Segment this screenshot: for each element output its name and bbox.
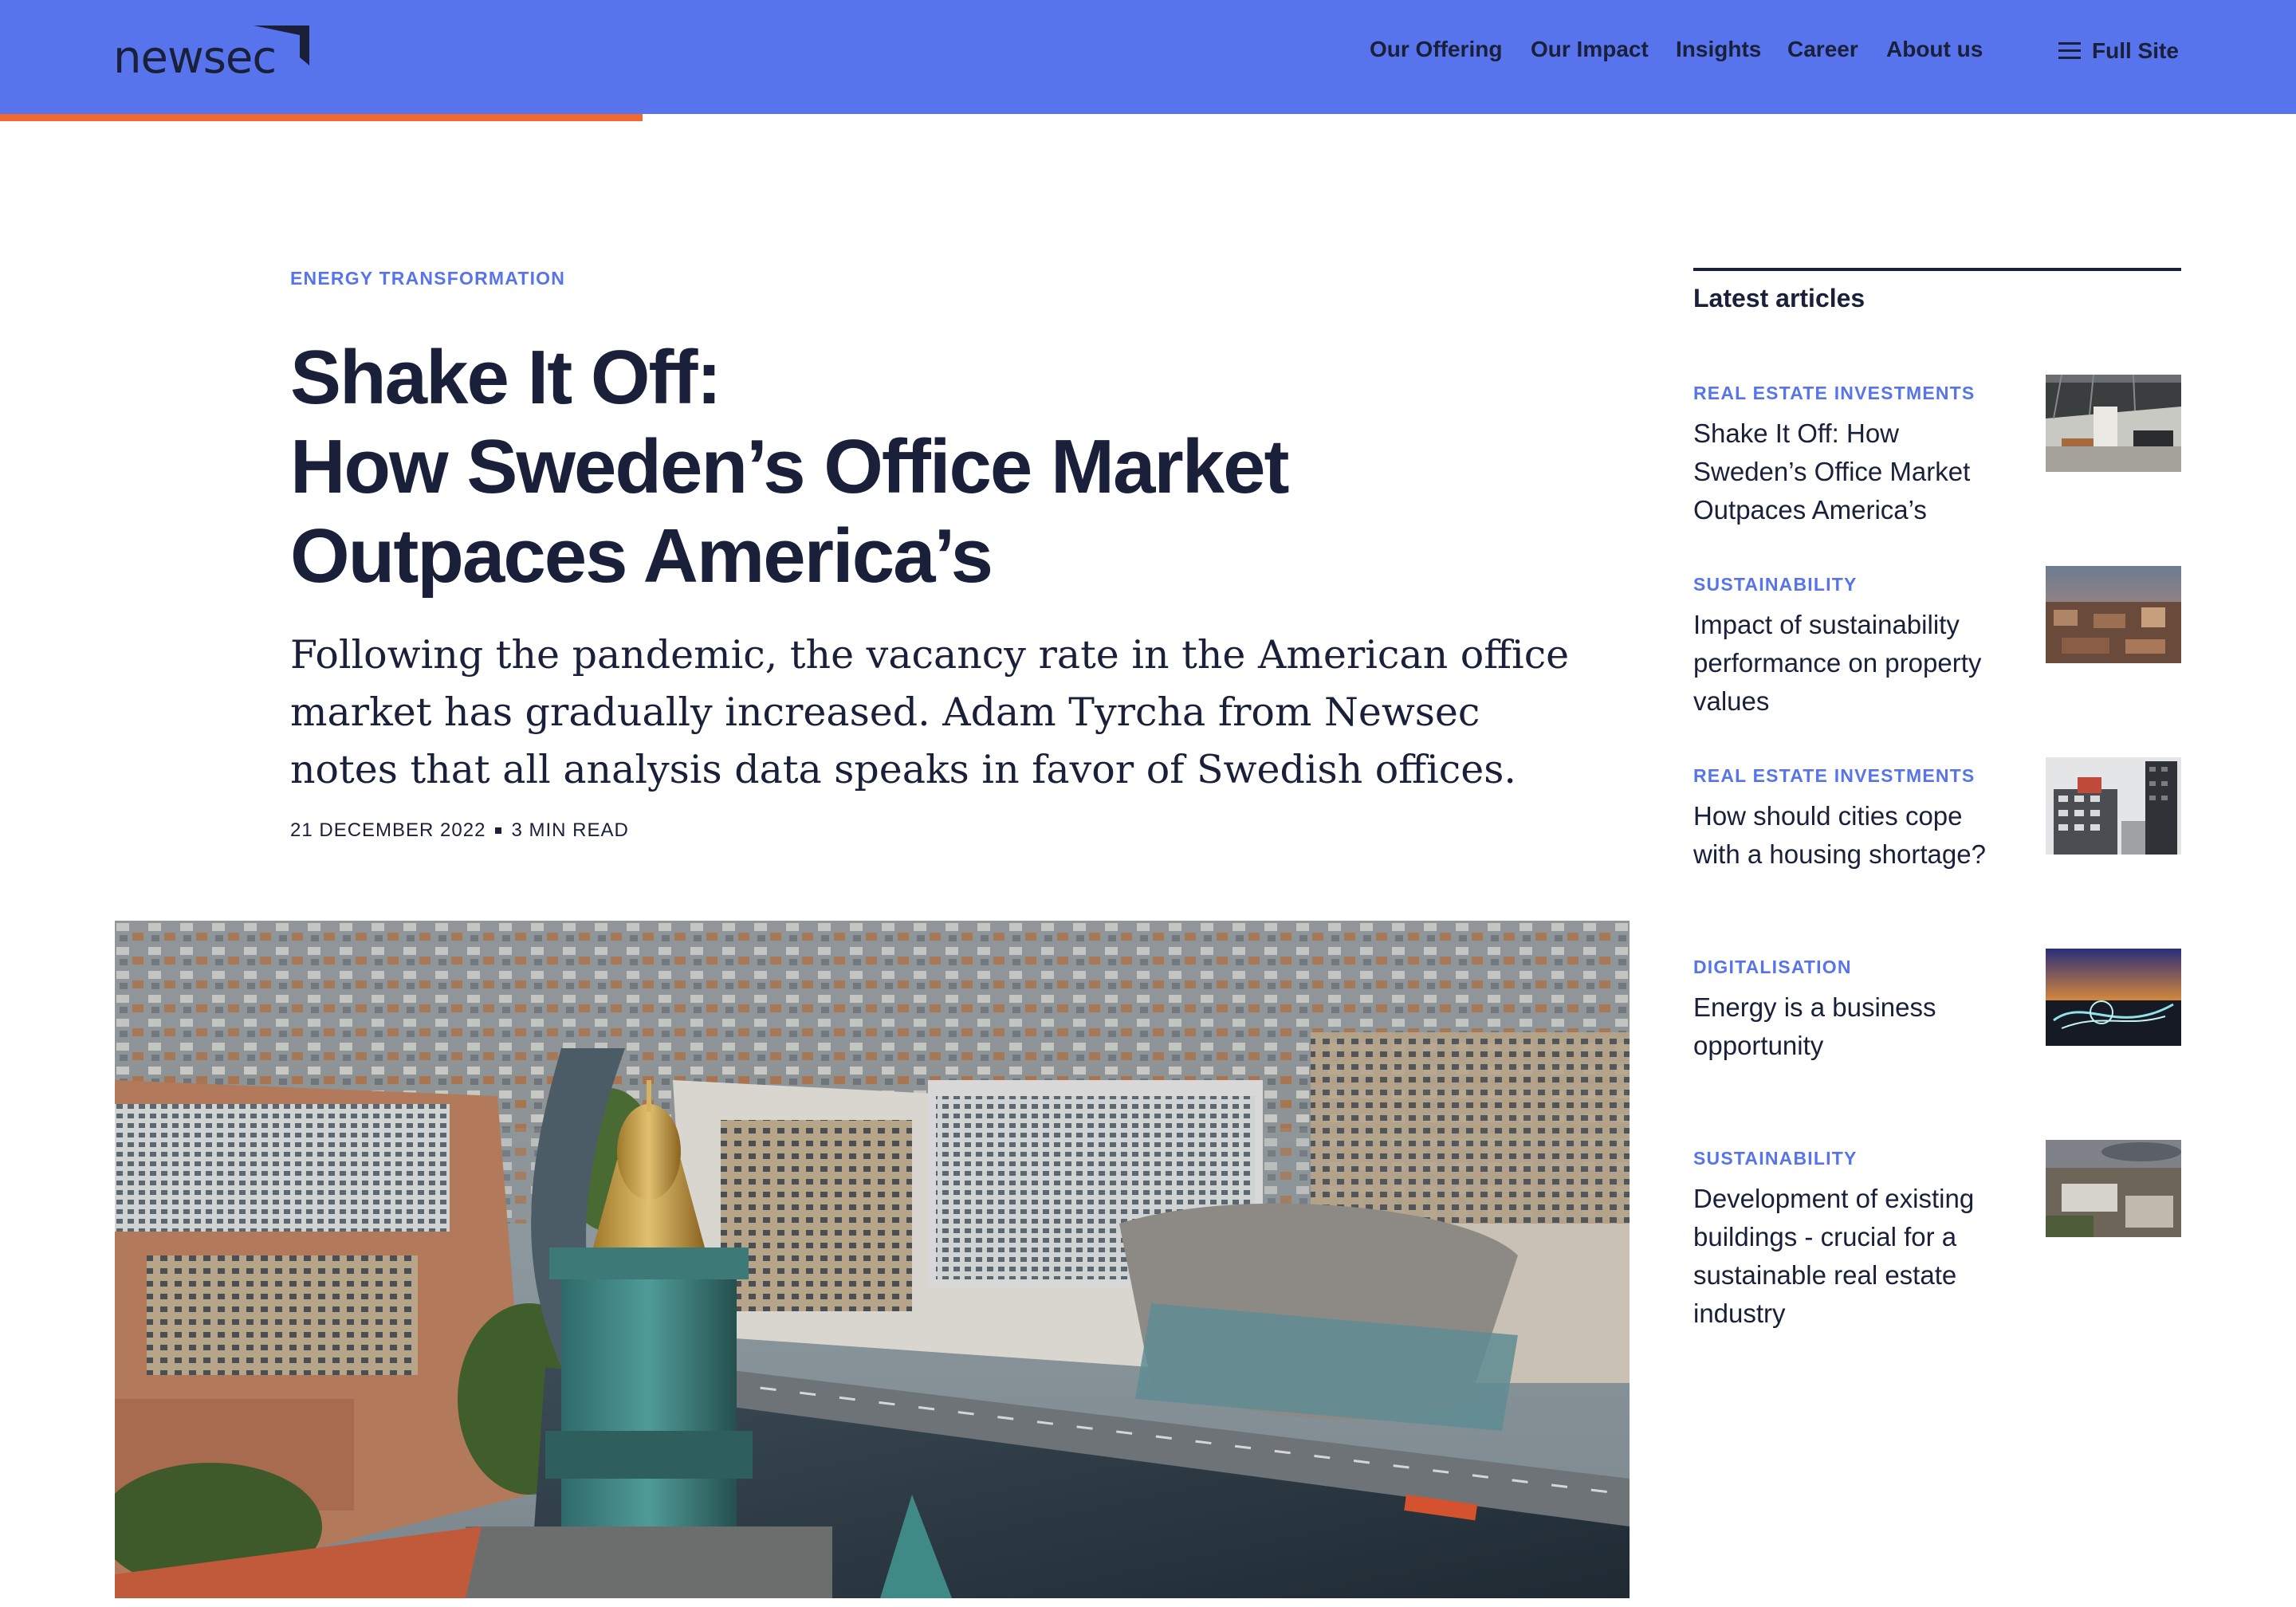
housing-buildings-thumbnail <box>2046 757 2181 855</box>
article-date: 21 DECEMBER 2022 <box>290 819 486 841</box>
sidebar-article[interactable]: REAL ESTATE INVESTMENTS Shake It Off: Ho… <box>1693 375 2181 542</box>
sidebar-heading: Latest articles <box>1693 284 1866 312</box>
nav-our-offering[interactable]: Our Offering <box>1370 37 1502 62</box>
sidebar-article[interactable]: SUSTAINABILITY Development of existing b… <box>1693 1140 2181 1355</box>
hero-image <box>115 921 1630 1598</box>
full-site-button[interactable]: Full Site <box>2058 35 2179 67</box>
sidebar-article[interactable]: DIGITALISATION Energy is a business oppo… <box>1693 949 2181 1116</box>
separator-dot <box>495 827 502 834</box>
article-meta: 21 DECEMBER 2022 3 MIN READ <box>290 819 629 842</box>
sidebar-article-category[interactable]: SUSTAINABILITY <box>1693 1148 1857 1169</box>
sidebar-article-category[interactable]: SUSTAINABILITY <box>1693 574 1857 595</box>
title-line: How Sweden’s Office Market <box>290 424 1289 509</box>
sidebar-article-category[interactable]: REAL ESTATE INVESTMENTS <box>1693 383 1975 404</box>
sidebar-article-thumbnail[interactable] <box>2046 566 2181 663</box>
sidebar-article-title[interactable]: Shake It Off: How Sweden’s Office Market… <box>1693 415 2012 529</box>
title-line: Outpaces America’s <box>290 513 993 599</box>
article-category[interactable]: ENERGY TRANSFORMATION <box>290 268 565 289</box>
full-site-label: Full Site <box>2092 38 2179 63</box>
sidebar-article-category[interactable]: DIGITALISATION <box>1693 957 1852 978</box>
sidebar-article-thumbnail[interactable] <box>2046 1140 2181 1237</box>
sidebar-article-thumbnail[interactable] <box>2046 375 2181 472</box>
sidebar-article-thumbnail[interactable] <box>2046 949 2181 1046</box>
sidebar-article-thumbnail[interactable] <box>2046 757 2181 855</box>
nav-career[interactable]: Career <box>1787 37 1858 62</box>
reading-progress-bar <box>0 114 643 121</box>
city-skyline-thumbnail <box>2046 566 2181 663</box>
article-lede: Following the pandemic, the vacancy rate… <box>290 632 1570 792</box>
site-header: newsec Our Offering Our Impact Insights … <box>0 0 2296 114</box>
sidebar-article-title[interactable]: Development of existing buildings - cruc… <box>1693 1180 2012 1333</box>
title-line: Shake It Off: <box>290 335 721 420</box>
hamburger-icon <box>2058 42 2081 60</box>
existing-buildings-thumbnail <box>2046 1140 2181 1237</box>
newsec-logo[interactable]: newsec <box>113 22 320 86</box>
logo-mark-icon <box>254 26 309 65</box>
sidebar-article-title[interactable]: Impact of sustainability performance on … <box>1693 606 2012 721</box>
nav-about-us[interactable]: About us <box>1886 37 1983 62</box>
article-read-time: 3 MIN READ <box>511 819 629 841</box>
energy-light-trails-thumbnail <box>2046 949 2181 1046</box>
stockholm-aerial-photo <box>115 921 1630 1598</box>
sidebar-article-category[interactable]: REAL ESTATE INVESTMENTS <box>1693 765 1975 787</box>
sidebar-article-title[interactable]: How should cities cope with a housing sh… <box>1693 797 2012 874</box>
page: newsec Our Offering Our Impact Insights … <box>0 0 2296 1607</box>
nav-insights[interactable]: Insights <box>1676 37 1761 62</box>
office-interior-thumbnail <box>2046 375 2181 472</box>
article-title: Shake It Off: How Sweden’s Office Market… <box>290 333 1645 601</box>
sidebar-article-title[interactable]: Energy is a business opportunity <box>1693 988 2012 1065</box>
sidebar-article[interactable]: REAL ESTATE INVESTMENTS How should citie… <box>1693 757 2181 925</box>
sidebar-article[interactable]: SUSTAINABILITY Impact of sustainability … <box>1693 566 2181 733</box>
sidebar-divider <box>1693 268 2181 271</box>
nav-our-impact[interactable]: Our Impact <box>1531 37 1649 62</box>
